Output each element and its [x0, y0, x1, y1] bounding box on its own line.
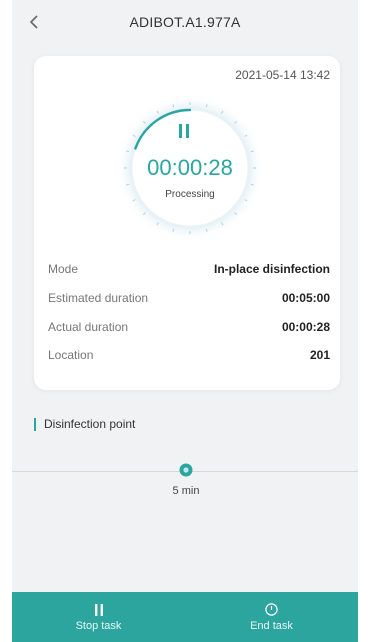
- progress-dial: 00:00:28 Processing: [115, 93, 265, 243]
- detail-value: 00:00:28: [281, 320, 330, 334]
- app-header: ADIBOT.A1.977A: [12, 0, 358, 44]
- detail-row-mode: Mode In-place disinfection: [48, 262, 330, 276]
- detail-label: Actual duration: [48, 320, 129, 334]
- action-bar: Stop task End task: [12, 592, 358, 642]
- pause-button[interactable]: [178, 124, 202, 148]
- elapsed-timer: 00:00:28: [147, 155, 233, 180]
- detail-row-location: Location 201: [48, 348, 330, 362]
- pause-icon: [179, 124, 189, 138]
- task-status-card: 2021-05-14 13:42 00:00:28 Processing Mod…: [34, 56, 340, 390]
- section-accent-bar: [34, 417, 36, 431]
- detail-row-actual-duration: Actual duration 00:00:28: [48, 320, 330, 334]
- detail-label: Location: [48, 348, 94, 362]
- power-icon: [265, 603, 279, 617]
- task-timestamp: 2021-05-14 13:42: [235, 68, 330, 82]
- detail-value: 201: [309, 348, 330, 362]
- detail-label: Mode: [48, 262, 79, 276]
- detail-value: 00:05:00: [281, 291, 330, 305]
- page-title: ADIBOT.A1.977A: [129, 14, 241, 30]
- timeline-point-marker[interactable]: [179, 463, 193, 477]
- disinfection-point-heading: Disinfection point: [34, 416, 135, 432]
- chevron-left-icon: [29, 15, 38, 29]
- location-dot-icon: [179, 463, 193, 477]
- back-button[interactable]: [22, 10, 46, 34]
- pause-icon: [92, 603, 106, 617]
- detail-label: Estimated duration: [48, 291, 149, 305]
- detail-row-estimated-duration: Estimated duration 00:05:00: [48, 291, 330, 305]
- timeline-point-label: 5 min: [172, 485, 200, 497]
- stop-task-button[interactable]: Stop task: [12, 592, 185, 642]
- task-status-text: Processing: [165, 189, 215, 200]
- end-task-label: End task: [250, 619, 293, 632]
- phone-screen: ADIBOT.A1.977A 2021-05-14 13:42 00:00:28…: [12, 0, 358, 642]
- end-task-button[interactable]: End task: [185, 592, 358, 642]
- section-title-text: Disinfection point: [44, 417, 136, 431]
- detail-value: In-place disinfection: [213, 262, 330, 276]
- stop-task-label: Stop task: [75, 619, 122, 632]
